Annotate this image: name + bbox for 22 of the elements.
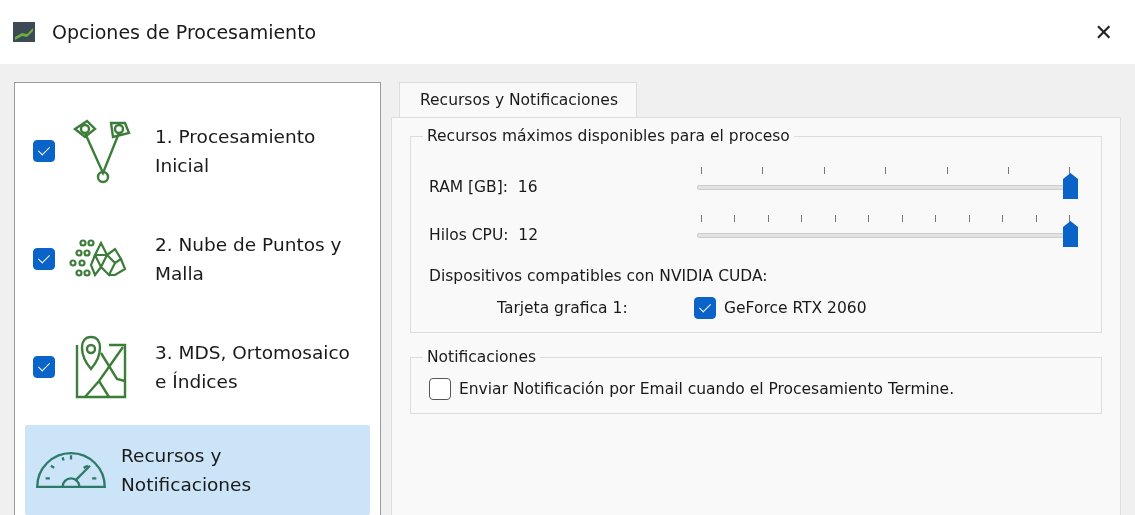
checkbox[interactable] <box>33 248 55 270</box>
sidebar-item[interactable]: 1. Procesamiento Inicial <box>25 101 370 201</box>
slider-label: RAM [GB]: 16 <box>429 177 539 198</box>
slider-thumb[interactable] <box>1063 221 1079 248</box>
checkbox[interactable] <box>33 140 55 162</box>
checkbox[interactable] <box>429 378 451 401</box>
window-title: Opciones de Procesamiento <box>52 19 317 45</box>
sidebar-item[interactable]: 3. MDS, Ortomosaico e Índices <box>25 317 370 417</box>
app-icon <box>12 20 36 44</box>
checkbox-label: Enviar Notificación por Email cuando el Procesamiento Termine. <box>459 378 955 400</box>
tab[interactable]: Recursos y Notificaciones <box>399 82 637 118</box>
slider-thumb[interactable] <box>1063 173 1079 200</box>
sidebar-item[interactable]: Recursos y Notificaciones <box>25 425 370 515</box>
checkbox-label: GeForce RTX 2060 <box>724 297 867 319</box>
device-label: Tarjeta grafica 1: <box>496 297 629 319</box>
cuda-label: Dispositivos compatibles con NVIDIA CUDA: <box>429 266 769 288</box>
sidebar-item[interactable]: 2. Nube de Puntos y Malla <box>25 209 370 309</box>
gauge-icon <box>35 451 107 489</box>
close-button[interactable]: ✕ <box>1084 15 1123 49</box>
checkbox[interactable] <box>33 356 55 378</box>
slider-label: Hilos CPU: 12 <box>429 225 540 246</box>
checkbox[interactable] <box>694 297 716 320</box>
